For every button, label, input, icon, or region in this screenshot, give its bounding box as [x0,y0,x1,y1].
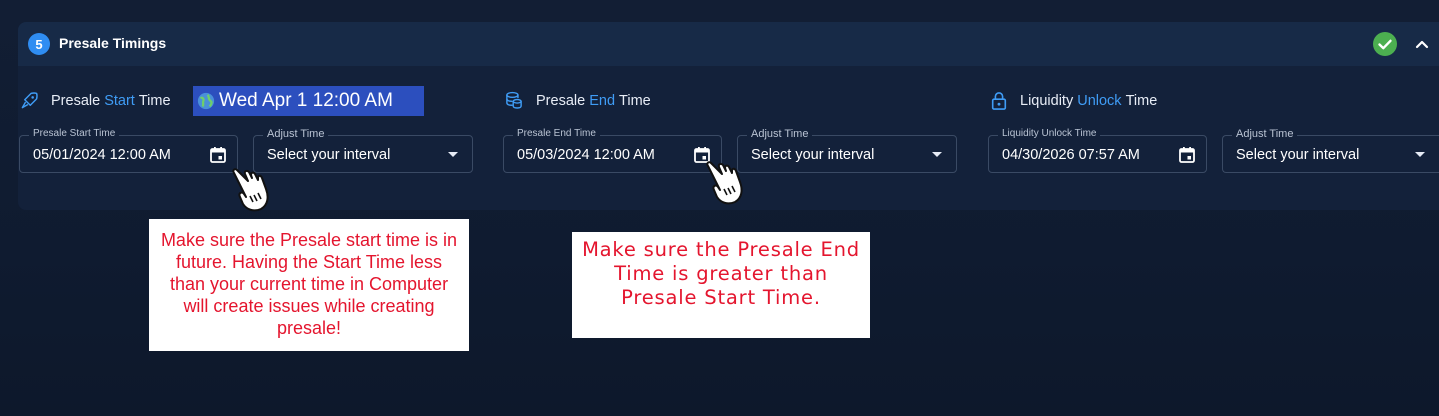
label-highlight: End [589,92,616,109]
date-tooltip: Wed Apr 1 12:00 AM [193,86,424,116]
field-value[interactable]: 05/03/2024 12:00 AM [517,147,655,163]
liquidity-unlock-time-label: Liquidity Unlock Time [990,91,1157,111]
liquidity-unlock-time-field[interactable]: Liquidity Unlock Time 04/30/2026 07:57 A… [988,128,1207,173]
presale-end-time-field[interactable]: Presale End Time 05/03/2024 12:00 AM [503,128,722,173]
field-legend: Liquidity Unlock Time [998,128,1101,139]
presale-start-time-field[interactable]: Presale Start Time 05/01/2024 12:00 AM [19,128,238,173]
label-suffix: Time [1125,93,1158,109]
presale-end-time-label: Presale End Time [504,91,651,110]
field-legend: Adjust Time [1232,128,1298,140]
globe-icon [197,92,215,110]
field-value[interactable]: 04/30/2026 07:57 AM [1002,147,1140,163]
tooltip-text: Wed Apr 1 12:00 AM [219,90,393,111]
label-highlight: Unlock [1077,93,1122,109]
label-prefix: Liquidity [1020,93,1074,109]
step-number-badge: 5 [28,33,50,55]
label-highlight: Start [104,92,135,109]
hand-pointer-icon [232,168,269,212]
calendar-icon[interactable] [209,146,227,164]
field-legend: Adjust Time [747,128,813,140]
label-prefix: Presale [536,92,586,109]
dropdown-arrow-icon[interactable] [932,152,942,157]
coins-icon [506,91,522,109]
end-time-warning-note: Make sure the Presale End Time is greate… [572,232,870,338]
chevron-up-icon[interactable] [1412,34,1432,54]
start-adjust-time-select[interactable]: Adjust Time Select your interval [253,128,473,173]
presale-start-time-label: Presale Start Time [20,91,171,110]
label-suffix: Time [619,92,651,109]
field-legend: Presale End Time [513,128,600,139]
field-legend: Presale Start Time [29,128,120,139]
label-suffix: Time [138,92,171,109]
field-legend: Adjust Time [263,128,329,140]
lock-icon [991,92,1007,110]
select-value[interactable]: Select your interval [267,147,390,163]
start-time-warning-note: Make sure the Presale start time is in f… [149,219,469,351]
dropdown-arrow-icon[interactable] [1415,152,1425,157]
label-prefix: Presale [51,92,101,109]
calendar-icon[interactable] [1178,146,1196,164]
check-circle-icon [1373,32,1397,56]
section-title: Presale Timings [59,35,167,51]
select-value[interactable]: Select your interval [1236,147,1359,163]
unlock-adjust-time-select[interactable]: Adjust Time Select your interval [1222,128,1439,173]
select-value[interactable]: Select your interval [751,147,874,163]
presale-timings-header[interactable] [18,22,1439,66]
dropdown-arrow-icon[interactable] [448,152,458,157]
field-value[interactable]: 05/01/2024 12:00 AM [33,147,171,163]
rocket-icon [21,92,38,109]
hand-pointer-icon [706,161,743,205]
end-adjust-time-select[interactable]: Adjust Time Select your interval [737,128,957,173]
